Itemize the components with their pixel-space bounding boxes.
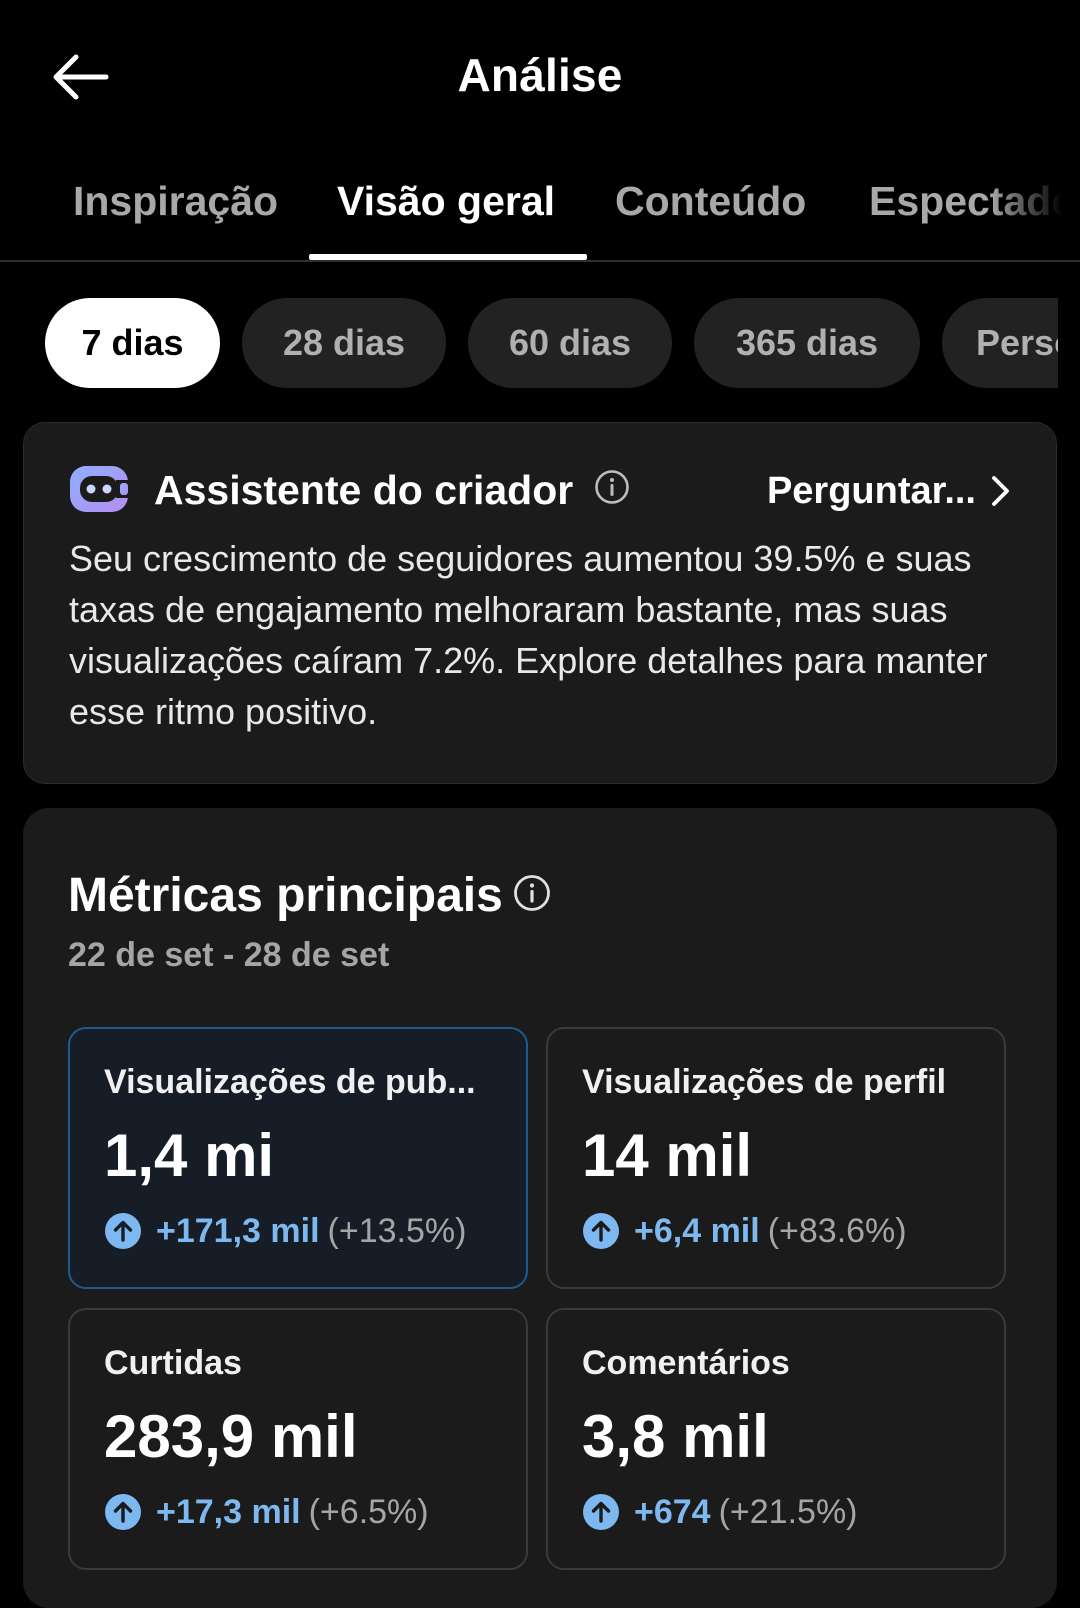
metric-label: Visualizações de perfil [582,1063,947,1101]
creator-assistant-card: Assistente do criador Perguntar... Seu c… [23,422,1057,784]
metric-label: Comentários [582,1344,790,1382]
period-chip-60-days[interactable]: 60 dias [468,298,672,388]
arrow-up-circle-icon [105,1213,141,1249]
arrow-up-circle-icon [105,1494,141,1530]
arrow-up-circle-icon [583,1213,619,1249]
info-circle-icon[interactable] [513,874,551,912]
metric-label: Curtidas [104,1344,242,1382]
arrow-up-circle-icon [583,1494,619,1530]
tab-overview[interactable]: Visão geral [337,178,555,225]
metric-delta-percent: (+6.5%) [308,1492,429,1531]
metric-value: 3,8 mil [582,1403,769,1470]
metric-delta: +674 [634,1492,711,1531]
metric-tile-post-views[interactable]: Visualizações de pub... 1,4 mi +171,3 mi… [68,1027,528,1289]
metric-delta: +17,3 mil [156,1492,301,1531]
ask-assistant-label: Perguntar... [766,469,976,512]
metric-delta: +6,4 mil [634,1211,760,1250]
ask-assistant-button[interactable]: Perguntar... [767,461,1012,521]
metric-delta-percent: (+21.5%) [718,1492,858,1531]
tab-bar: Inspiração Visão geral Conteúdo Espectad… [0,150,1080,262]
active-tab-indicator [309,254,587,260]
period-chip-7-days[interactable]: 7 dias [45,298,220,388]
metric-change: +674 (+21.5%) [582,1490,858,1534]
metric-tile-comments[interactable]: Comentários 3,8 mil +674 (+21.5%) [546,1308,1006,1570]
metric-delta: +171,3 mil [156,1211,320,1250]
assistant-message: Seu crescimento de seguidores aumentou 3… [69,538,988,732]
metrics-title: Métricas principais [68,869,503,922]
metric-tile-likes[interactable]: Curtidas 283,9 mil +17,3 mil (+6.5%) [68,1308,528,1570]
page-title: Análise [457,49,623,101]
tab-content[interactable]: Conteúdo [615,178,806,225]
info-circle-icon[interactable] [594,469,630,505]
period-chip-365-days[interactable]: 365 dias [694,298,920,388]
metric-value: 283,9 mil [104,1403,358,1470]
tab-viewers[interactable]: Espectadores [869,178,1080,225]
key-metrics-card: Métricas principais 22 de set - 28 de se… [23,808,1057,1608]
metric-value: 14 mil [582,1122,753,1189]
period-chip-custom[interactable]: Personalizado [942,298,1058,388]
tab-inspiration[interactable]: Inspiração [73,178,278,225]
metric-change: +6,4 mil (+83.6%) [582,1209,907,1253]
metrics-date-range: 22 de set - 28 de set [68,936,390,974]
metric-delta-percent: (+13.5%) [327,1211,467,1250]
bot-face-icon [70,466,130,512]
metric-delta-percent: (+83.6%) [767,1211,907,1250]
metric-change: +171,3 mil (+13.5%) [104,1209,466,1253]
metric-tile-profile-views[interactable]: Visualizações de perfil 14 mil +6,4 mil … [546,1027,1006,1289]
period-selector: 7 dias 28 dias 60 dias 365 dias Personal… [0,298,1058,390]
app-header: Análise [0,0,1080,150]
period-chip-28-days[interactable]: 28 dias [242,298,446,388]
metric-value: 1,4 mi [104,1122,275,1189]
assistant-title: Assistente do criador [154,467,574,513]
chevron-right-icon [992,476,1009,506]
metric-change: +17,3 mil (+6.5%) [104,1490,429,1534]
metric-label: Visualizações de pub... [104,1063,476,1101]
